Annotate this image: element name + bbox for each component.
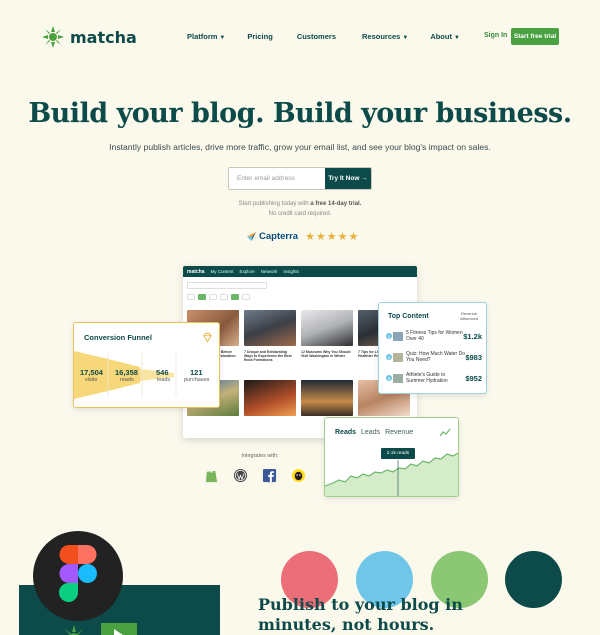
revenue-header: Revenue influenced — [459, 311, 479, 321]
start-trial-button[interactable]: Start free trial — [511, 28, 559, 45]
top-content-card: Top Content Revenue influenced 1 5 Fitne… — [378, 302, 487, 394]
app-menu-item: Insights — [283, 269, 299, 274]
funnel-reads-value: 16,358 — [115, 368, 138, 377]
app-brand: matcha — [187, 268, 205, 275]
filter-pill — [220, 294, 228, 300]
nav-platform[interactable]: Platform ▼ — [187, 32, 225, 41]
rating-stars: ★★★★★ — [305, 231, 360, 243]
nav-customers[interactable]: Customers — [297, 32, 336, 41]
funnel-visits-label: visits — [85, 377, 98, 383]
article-thumb — [393, 352, 403, 362]
signup-form: Try It Now → — [228, 167, 372, 190]
filter-pill — [187, 294, 195, 300]
capterra-icon — [247, 232, 256, 241]
funnel-visits-value: 17,504 — [80, 368, 103, 377]
article-thumb — [244, 310, 296, 346]
email-input[interactable] — [229, 168, 325, 189]
funnel-leads-value: 546 — [156, 368, 169, 377]
color-swatch-teal[interactable] — [505, 551, 562, 608]
app-topbar: matcha My Content Explore Network Insigh… — [183, 266, 417, 277]
article-caption: 12 Museums Why You Should Visit Washingt… — [301, 350, 351, 359]
funnel-purchases-label: purchases — [184, 377, 210, 383]
funnel-title: Conversion Funnel — [84, 333, 152, 342]
capterra-rating[interactable]: Capterra ★★★★★ — [247, 230, 359, 243]
app-search-box — [187, 281, 267, 289]
wordpress-icon[interactable] — [233, 468, 248, 483]
top-content-title: Top Content — [388, 313, 429, 320]
conversion-funnel-card: Conversion Funnel 17,504 visits 16,358 r… — [73, 322, 220, 408]
app-search-row — [187, 280, 413, 290]
rank-badge: 2 — [386, 354, 392, 360]
filter-pill — [198, 294, 206, 300]
tab-reads[interactable]: Reads — [335, 429, 356, 436]
filter-pill — [231, 294, 239, 300]
filter-pill — [209, 294, 217, 300]
nav-links: Platform ▼ Pricing Customers Resources ▼ A… — [187, 32, 460, 41]
revenue-value: $952 — [465, 373, 482, 383]
article-title: 5 Fitness Tips for Women Over 40 — [406, 330, 463, 342]
top-content-row: 3 Athlete's Guide to Summer Hydration $9… — [386, 369, 482, 387]
nav-about[interactable]: About ▼ — [430, 32, 460, 41]
mailchimp-icon[interactable] — [291, 468, 306, 483]
funnel-reads-label: reads — [120, 377, 134, 383]
article-thumb — [301, 380, 353, 416]
integration-icons — [204, 468, 306, 483]
sign-in-link[interactable]: Sign In — [484, 32, 507, 39]
app-menu-item: Network — [260, 269, 278, 274]
top-content-row: 1 5 Fitness Tips for Women Over 40 $1.2k — [386, 327, 482, 345]
trend-icon — [439, 428, 451, 437]
app-menu-item: Explore — [239, 269, 255, 274]
nav-resources[interactable]: Resources ▼ — [362, 32, 408, 41]
shopify-icon[interactable] — [204, 468, 219, 483]
try-it-now-button[interactable]: Try It Now → — [325, 168, 371, 189]
play-icon — [114, 629, 123, 635]
figma-logo-badge — [33, 531, 123, 621]
revenue-value: $983 — [465, 352, 482, 362]
trial-note: Start publishing today with a free 14-da… — [238, 201, 362, 217]
top-content-row: 2 Quiz: How Much Water Do You Need? $983 — [386, 348, 482, 366]
article-caption: 7 Unique and Exhilarating Ways to Experi… — [244, 350, 292, 363]
nav-pricing[interactable]: Pricing — [247, 32, 272, 41]
hero-headline: Build your blog. Build your business. — [28, 98, 572, 129]
article-thumb — [244, 380, 296, 416]
article-thumb — [393, 373, 403, 383]
app-filter-row — [187, 292, 413, 302]
capterra-label: Capterra — [259, 231, 299, 242]
article-thumb — [301, 310, 353, 346]
matcha-leaf-icon — [42, 26, 64, 48]
top-nav: matcha Platform ▼ Pricing Customers Resou… — [0, 0, 600, 72]
figma-icon — [59, 545, 97, 602]
tab-leads[interactable]: Leads — [361, 429, 380, 436]
tab-revenue[interactable]: Revenue — [385, 429, 413, 436]
diamond-icon — [203, 332, 212, 343]
integrations-label: Integrates with: — [241, 453, 279, 459]
article-thumb — [393, 331, 403, 341]
brand-name: matcha — [70, 27, 137, 47]
matcha-leaf-icon — [65, 625, 83, 635]
metric-tabs: Reads Leads Revenue — [335, 429, 413, 436]
rank-badge: 1 — [386, 333, 392, 339]
funnel-purchases-value: 121 — [190, 368, 203, 377]
revenue-value: $1.2k — [463, 331, 482, 341]
feature-headline: Publish to your blog in minutes, not hou… — [258, 595, 463, 634]
hero-subhead: Instantly publish articles, drive more t… — [109, 142, 491, 152]
article-title: Quiz: How Much Water Do You Need? — [406, 351, 465, 363]
funnel-leads-label: leads — [157, 377, 171, 383]
rank-badge: 3 — [386, 375, 392, 381]
facebook-icon[interactable] — [262, 468, 277, 483]
app-menu-item: My Content — [210, 269, 234, 274]
article-title: Athlete's Guide to Summer Hydration — [406, 372, 448, 384]
brand-logo[interactable]: matcha — [42, 26, 137, 48]
filter-pill — [242, 294, 250, 300]
